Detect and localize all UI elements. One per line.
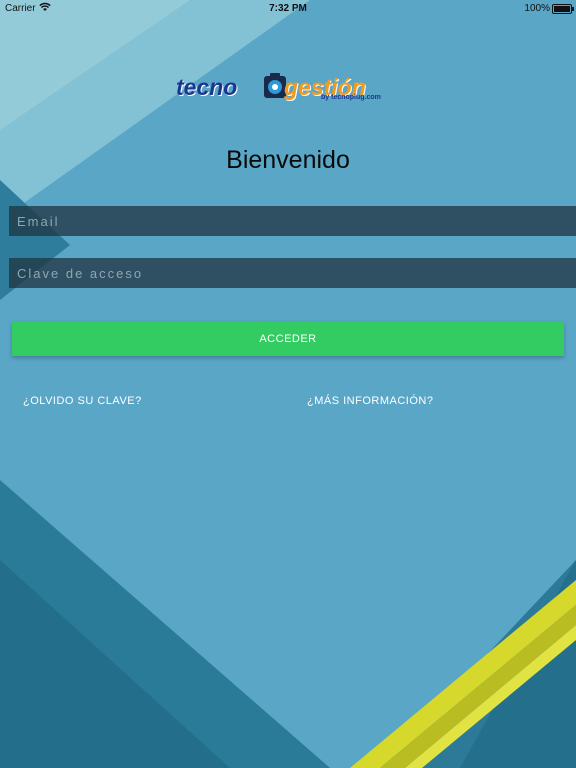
logo-word-tecno: tecno xyxy=(176,74,238,100)
clock: 7:32 PM xyxy=(269,3,307,14)
forgot-password-link[interactable]: ¿OLVIDO SU CLAVE? xyxy=(23,395,142,407)
email-field-container xyxy=(9,206,576,236)
logo-tagline: by tecnoplug.com xyxy=(321,94,381,101)
battery-percentage: 100% xyxy=(524,3,550,14)
password-field-container xyxy=(9,258,576,288)
welcome-title: Bienvenido xyxy=(226,146,350,174)
status-bar: Carrier 7:32 PM 100% xyxy=(0,0,576,16)
password-field[interactable] xyxy=(9,258,576,288)
app-logo: tecno gestión by tecnoplug.com xyxy=(176,72,402,106)
login-button[interactable]: ACCEDER xyxy=(12,322,564,356)
battery-icon xyxy=(552,4,574,14)
email-field[interactable] xyxy=(9,206,576,236)
more-info-link[interactable]: ¿MÁS INFORMACIÓN? xyxy=(307,395,433,407)
background-artwork xyxy=(0,0,576,768)
